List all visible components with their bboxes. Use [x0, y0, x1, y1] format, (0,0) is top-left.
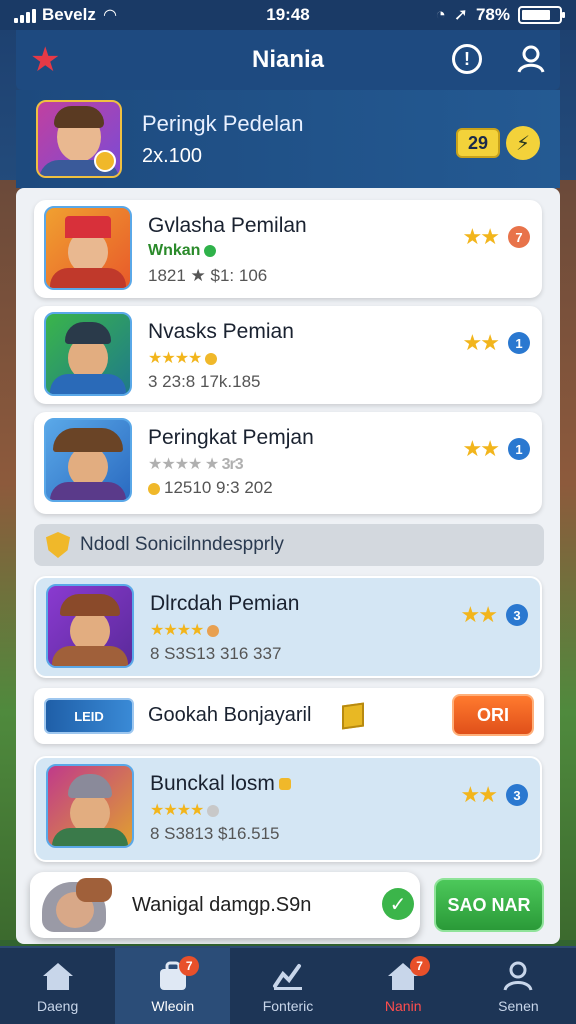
rank-badge: 3	[506, 784, 528, 806]
battery-icon	[518, 6, 565, 24]
player-avatar	[46, 764, 134, 848]
page-title: Nianiа	[251, 46, 325, 73]
home-icon	[40, 958, 76, 994]
bottom-nav: Daeng 7 Wleoin Fonteric 7 Nanin Senen	[0, 946, 576, 1024]
chart-icon	[270, 958, 306, 994]
player-name: Nvasks Pemian	[148, 320, 294, 343]
player-status: ★★★★	[148, 348, 218, 368]
battery-percent: 78%	[475, 5, 510, 24]
bolt-icon[interactable]: ⚡	[506, 126, 540, 160]
profile-button[interactable]	[514, 42, 548, 76]
player-card[interactable]: Gvlasha Pemilan Wnkan 1821 ★ $1: 106 ★★ …	[34, 200, 542, 298]
user-icon	[517, 45, 545, 73]
rank-badge: 1	[508, 332, 530, 354]
online-icon	[204, 244, 217, 257]
nav-item-profile[interactable]: Senen	[461, 948, 576, 1024]
coin-icon	[148, 482, 160, 495]
player-avatar	[44, 418, 132, 502]
player-status: ★★★★	[150, 800, 220, 820]
section-header: Ndodl Sonicilnndespprly	[34, 524, 544, 566]
player-status: Wnkan	[148, 242, 217, 260]
player-status: ★★★★ ★ 3r3	[148, 456, 244, 473]
player-status-text: ★★★★	[148, 350, 202, 367]
player-stats: 3 23:8 17k.185	[148, 372, 261, 391]
rating-stars: ★★	[462, 330, 500, 355]
alarm-icon: ◔	[435, 5, 446, 24]
promo-banner[interactable]: LEID Gookah Bonjayaril ORI	[34, 688, 544, 744]
profile-score: 2x.100	[142, 144, 203, 167]
level-badge[interactable]: 29	[456, 128, 500, 158]
rating-stars: ★★	[460, 602, 498, 627]
rating-stars: ★★	[460, 782, 498, 807]
signal-icon	[14, 7, 36, 23]
nav-item-team[interactable]: 7 Wleoin	[115, 948, 231, 1024]
nav-label: Senen	[498, 998, 539, 1014]
info-button[interactable]: !	[452, 44, 482, 74]
coin-icon	[207, 624, 220, 637]
rank-badge: 7	[508, 226, 530, 248]
player-name: Gvlasha Pemilan	[148, 214, 307, 237]
info-icon: !	[464, 48, 470, 69]
player-name-row: Bunckal losm	[150, 772, 291, 796]
nav-label: Daeng	[36, 998, 79, 1014]
player-card[interactable]: Nvasks Pemian ★★★★ 3 23:8 17k.185 ★★ 1	[34, 306, 542, 404]
nav-label: Fonteric	[262, 998, 314, 1014]
cube-icon	[342, 702, 364, 730]
player-stats: 8 S3813 $16.515	[150, 824, 280, 843]
coin-icon	[205, 352, 218, 365]
toast-avatar	[36, 876, 118, 934]
player-status-text: Wnkan	[148, 242, 201, 259]
player-stats-row: 12510 9:3 202	[148, 478, 273, 498]
player-avatar	[44, 206, 132, 290]
section-label: Ndodl Sonicilnndespprly	[80, 534, 284, 555]
player-stats: 8 S3S13 316 337	[150, 644, 282, 663]
silver-coin-icon	[207, 804, 220, 817]
user-icon	[500, 958, 536, 994]
wifi-icon: ◠	[103, 7, 117, 24]
rating-stars: ★★	[462, 224, 500, 249]
player-avatar	[46, 584, 134, 668]
rank-badge: 3	[506, 604, 528, 626]
status-bar: Bevelz ◠ 19:48 ◔ ➚ 78%	[0, 0, 576, 30]
player-name: Dlrcdah Pemian	[150, 592, 300, 615]
coin-icon	[278, 778, 291, 791]
nav-item-alerts[interactable]: 7 Nanin	[346, 948, 461, 1024]
nav-label: Wleoin	[151, 998, 195, 1014]
nav-item-home[interactable]: Daeng	[0, 948, 115, 1024]
player-status-text: ★★★★	[150, 622, 204, 639]
clock: 19:48	[266, 5, 310, 24]
avatar	[36, 100, 122, 178]
toast-message: Wanigal damgp.S9n	[132, 894, 312, 916]
player-name: Bunckal losm	[150, 772, 275, 795]
star-icon[interactable]: ★	[30, 40, 60, 80]
check-icon[interactable]: ✓	[382, 888, 414, 920]
notification-badge: 7	[409, 956, 430, 976]
player-card[interactable]: Bunckal losm ★★★★ 8 S3813 $16.515 ★★ 3	[34, 756, 542, 862]
app-header: ★ Nianiа !	[16, 30, 560, 90]
banner-text: Gookah Bonjayaril	[148, 704, 312, 726]
notification-badge: 7	[179, 956, 200, 976]
nav-label: Nanin	[384, 998, 422, 1014]
toast-action-button[interactable]: SAO NAR	[434, 878, 544, 932]
banner-logo: LEID	[44, 698, 134, 734]
player-avatar	[44, 312, 132, 396]
profile-summary[interactable]: Peringk Pedelan 2x.100 29 ⚡	[16, 90, 560, 188]
carrier-label: Bevelz	[42, 5, 96, 24]
player-card[interactable]: Peringkat Pemjan ★★★★ ★ 3r3 12510 9:3 20…	[34, 412, 542, 514]
player-status: ★★★★	[150, 620, 220, 640]
rank-badge: 1	[508, 438, 530, 460]
profile-name: Peringk Pedelan	[142, 110, 304, 136]
rating-stars: ★★	[462, 436, 500, 461]
player-stats: 12510 9:3 202	[164, 478, 273, 497]
banner-button[interactable]: ORI	[452, 694, 534, 736]
player-card[interactable]: Dlrcdah Pemian ★★★★ 8 S3S13 316 337 ★★ 3	[34, 576, 542, 678]
player-status-text: ★★★★	[150, 802, 204, 819]
nav-item-stats[interactable]: Fonteric	[230, 948, 345, 1024]
player-list: Gvlasha Pemilan Wnkan 1821 ★ $1: 106 ★★ …	[16, 188, 560, 944]
location-icon: ➚	[453, 5, 468, 24]
player-name: Peringkat Pemjan	[148, 426, 314, 449]
notification-toast[interactable]: Wanigal damgp.S9n ✓	[30, 872, 420, 938]
player-stats: 1821 ★ $1: 106	[148, 266, 268, 285]
shield-icon	[46, 532, 70, 558]
